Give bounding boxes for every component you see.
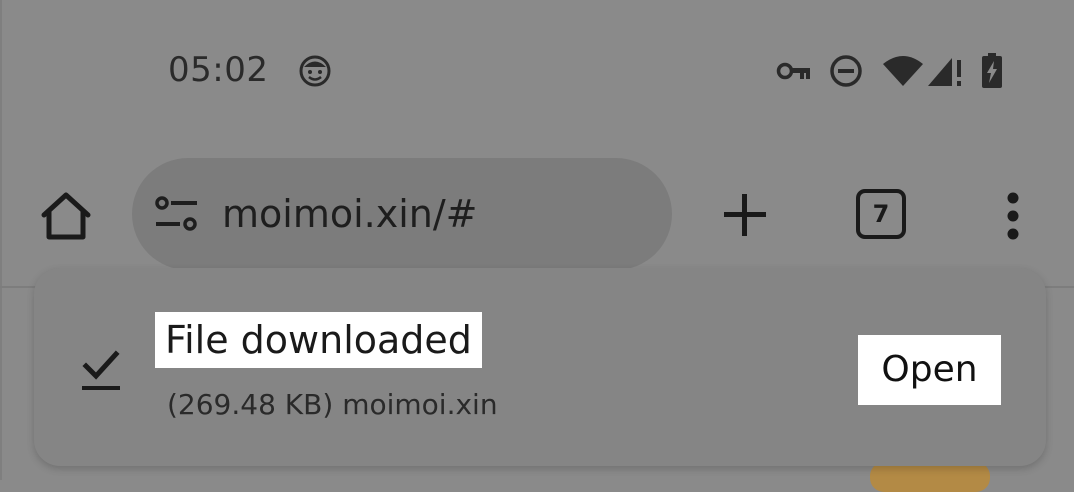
plus-icon[interactable]	[718, 188, 772, 242]
tune-icon[interactable]	[154, 194, 200, 234]
face-emoji-icon	[299, 55, 331, 87]
vpn-key-icon	[776, 62, 810, 80]
tab-count: 7	[872, 200, 890, 228]
snackbar-subtitle: (269.48 KB) moimoi.xin	[167, 388, 498, 421]
status-time: 05:02	[168, 50, 269, 90]
download-snackbar: File downloaded (269.48 KB) moimoi.xin O…	[34, 268, 1046, 466]
snackbar-title: File downloaded	[155, 312, 482, 368]
url-bar[interactable]: moimoi.xin/#	[132, 158, 672, 270]
download-done-icon	[82, 350, 120, 390]
wifi-icon	[883, 56, 923, 86]
url-text[interactable]: moimoi.xin/#	[222, 192, 478, 236]
tab-switcher-icon[interactable]: 7	[856, 189, 906, 239]
open-button[interactable]: Open	[858, 335, 1001, 405]
do-not-disturb-icon	[830, 55, 862, 87]
status-bar: 05:02	[0, 0, 1074, 140]
battery-charging-icon	[982, 53, 1002, 88]
page-content-fragment	[870, 462, 990, 492]
signal-no-data-icon	[928, 58, 961, 86]
more-vert-icon[interactable]	[998, 186, 1028, 246]
home-icon[interactable]	[36, 185, 96, 245]
browser-toolbar: moimoi.xin/# 7	[0, 150, 1074, 280]
